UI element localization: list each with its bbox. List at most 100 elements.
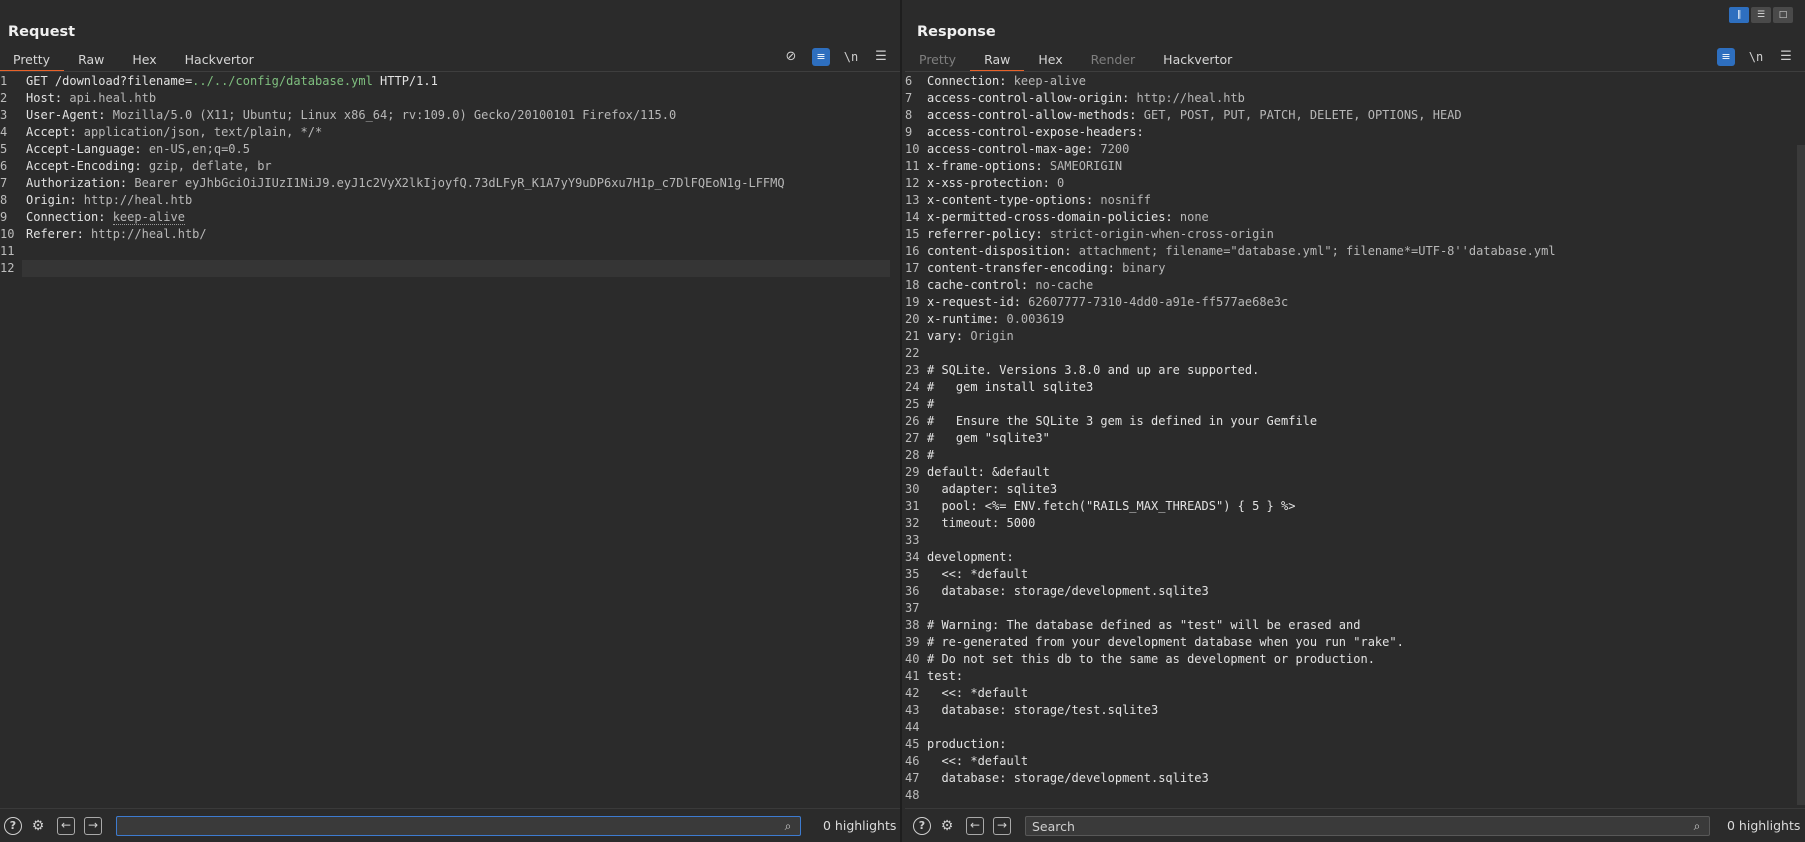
code-line[interactable]: 14 x-permitted-cross-domain-policies: non… [905,209,1805,226]
help-icon[interactable]: ? [4,817,22,835]
tabs-divider [905,71,1805,72]
code-line[interactable]: 27 # gem "sqlite3" [905,430,1805,447]
split-horizontal-icon[interactable]: ∥ [1729,7,1749,23]
code-line[interactable]: 43 database: storage/test.sqlite3 [905,702,1805,719]
back-arrow-icon[interactable]: ← [966,817,984,835]
code-line[interactable]: 45 production: [905,736,1805,753]
header-name: default: &default [927,465,1050,479]
code-line[interactable]: 17 content-transfer-encoding: binary [905,260,1805,277]
tab-hackvertor[interactable]: Hackvertor [1149,48,1246,72]
code-line[interactable]: 10 access-control-max-age: 7200 [905,141,1805,158]
newline-icon[interactable]: \n [842,48,860,66]
request-editor[interactable]: 1 GET /download?filename=../../config/dat… [0,73,900,808]
code-line[interactable]: 7 Authorization: Bearer eyJhbGciOiJIUzI1N… [0,175,900,192]
back-arrow-icon[interactable]: ← [57,817,75,835]
code-line[interactable]: 26 # Ensure the SQLite 3 gem is defined i… [905,413,1805,430]
code-line[interactable]: 5 Accept-Language: en-US,en;q=0.5 [0,141,900,158]
code-line[interactable]: 1 GET /download?filename=../../config/dat… [0,73,900,90]
code-line[interactable]: 28 # [905,447,1805,464]
forward-arrow-icon[interactable]: → [84,817,102,835]
code-line[interactable]: 29 default: &default [905,464,1805,481]
tab-pretty[interactable]: Pretty [0,48,65,72]
code-line[interactable]: 12 x-xss-protection: 0 [905,175,1805,192]
code-line[interactable]: 9 Connection: keep-alive [0,209,900,226]
line-text: Origin: http://heal.htb [26,193,192,207]
code-line[interactable]: 18 cache-control: no-cache [905,277,1805,294]
search-icon[interactable]: ⌕ [1689,818,1705,834]
code-line[interactable]: 16 content-disposition: attachment; filen… [905,243,1805,260]
line-number: 26 [905,414,920,428]
search-input[interactable] [116,816,801,836]
code-line[interactable]: 37 [905,600,1805,617]
single-pane-icon[interactable]: □ [1773,7,1793,23]
forward-arrow-icon[interactable]: → [993,817,1011,835]
code-line[interactable]: 42 <<: *default [905,685,1805,702]
line-number: 4 [0,125,8,139]
line-number: 36 [905,584,920,598]
newline-icon[interactable]: \n [1747,48,1765,66]
menu-icon[interactable]: ☰ [1777,48,1795,66]
split-vertical-icon[interactable]: ☰ [1751,7,1771,23]
menu-icon[interactable]: ☰ [872,48,890,66]
line-number: 38 [905,618,920,632]
code-line[interactable]: 3 User-Agent: Mozilla/5.0 (X11; Ubuntu; L… [0,107,900,124]
help-icon[interactable]: ? [913,817,931,835]
header-value: 0 [1057,176,1065,190]
code-line[interactable]: 2 Host: api.heal.htb [0,90,900,107]
response-scrollbar[interactable] [1797,145,1805,805]
line-text: # re-generated from your development dat… [927,635,1404,649]
wrap-icon[interactable]: ≡ [812,48,830,66]
line-number: 9 [905,125,913,139]
line-number: 37 [905,601,920,615]
code-line[interactable]: 11 x-frame-options: SAMEORIGIN [905,158,1805,175]
code-line[interactable]: 40 # Do not set this db to the same as de… [905,651,1805,668]
gear-icon[interactable]: ⚙ [938,817,956,835]
code-line[interactable]: 33 [905,532,1805,549]
code-line[interactable]: 8 Origin: http://heal.htb [0,192,900,209]
code-line[interactable]: 39 # re-generated from your development d… [905,634,1805,651]
code-line[interactable]: 46 <<: *default [905,753,1805,770]
tab-hex[interactable]: Hex [118,48,170,72]
code-line[interactable]: 19 x-request-id: 62607777-7310-4dd0-a91e-… [905,294,1805,311]
code-line[interactable]: 20 x-runtime: 0.003619 [905,311,1805,328]
code-line[interactable]: 35 <<: *default [905,566,1805,583]
code-line[interactable]: 21 vary: Origin [905,328,1805,345]
code-line[interactable]: 34 development: [905,549,1805,566]
code-line[interactable]: 41 test: [905,668,1805,685]
code-line[interactable]: 22 [905,345,1805,362]
code-line[interactable]: 10 Referer: http://heal.htb/ [0,226,900,243]
code-line[interactable]: 6 Accept-Encoding: gzip, deflate, br [0,158,900,175]
wrap-icon[interactable]: ≡ [1717,48,1735,66]
search-icon[interactable]: ⌕ [780,818,796,834]
code-line[interactable]: 24 # gem install sqlite3 [905,379,1805,396]
response-editor[interactable]: 6 Connection: keep-alive 7 access-control-a… [905,73,1805,808]
tab-raw[interactable]: Raw [64,48,118,72]
tab-hackvertor[interactable]: Hackvertor [171,48,268,72]
code-line[interactable]: 11 [0,243,900,260]
search-input[interactable] [1025,816,1710,836]
code-line[interactable]: 7 access-control-allow-origin: http://hea… [905,90,1805,107]
code-line[interactable]: 44 [905,719,1805,736]
code-line[interactable]: 38 # Warning: The database defined as "te… [905,617,1805,634]
tab-hex[interactable]: Hex [1024,48,1076,72]
code-line[interactable]: 47 database: storage/development.sqlite3 [905,770,1805,787]
code-line[interactable]: 23 # SQLite. Versions 3.8.0 and up are su… [905,362,1805,379]
code-line[interactable]: 32 timeout: 5000 [905,515,1805,532]
hide-icon[interactable]: ⊘ [782,48,800,66]
code-line[interactable]: 25 # [905,396,1805,413]
code-line[interactable]: 48 [905,787,1805,804]
gear-icon[interactable]: ⚙ [29,817,47,835]
code-line[interactable]: 13 x-content-type-options: nosniff [905,192,1805,209]
code-line[interactable]: 30 adapter: sqlite3 [905,481,1805,498]
code-line[interactable]: 4 Accept: application/json, text/plain, *… [0,124,900,141]
tab-raw[interactable]: Raw [970,48,1025,72]
code-line[interactable]: 15 referrer-policy: strict-origin-when-cr… [905,226,1805,243]
line-number: 23 [905,363,920,377]
code-line[interactable]: 12 [0,260,900,277]
code-line[interactable]: 31 pool: <%= ENV.fetch("RAILS_MAX_THREAD… [905,498,1805,515]
code-line[interactable]: 36 database: storage/development.sqlite3 [905,583,1805,600]
code-line[interactable]: 6 Connection: keep-alive [905,73,1805,90]
code-line[interactable]: 9 access-control-expose-headers: [905,124,1805,141]
code-line[interactable]: 8 access-control-allow-methods: GET, POST… [905,107,1805,124]
header-name: # re-generated from your development dat… [927,635,1404,649]
